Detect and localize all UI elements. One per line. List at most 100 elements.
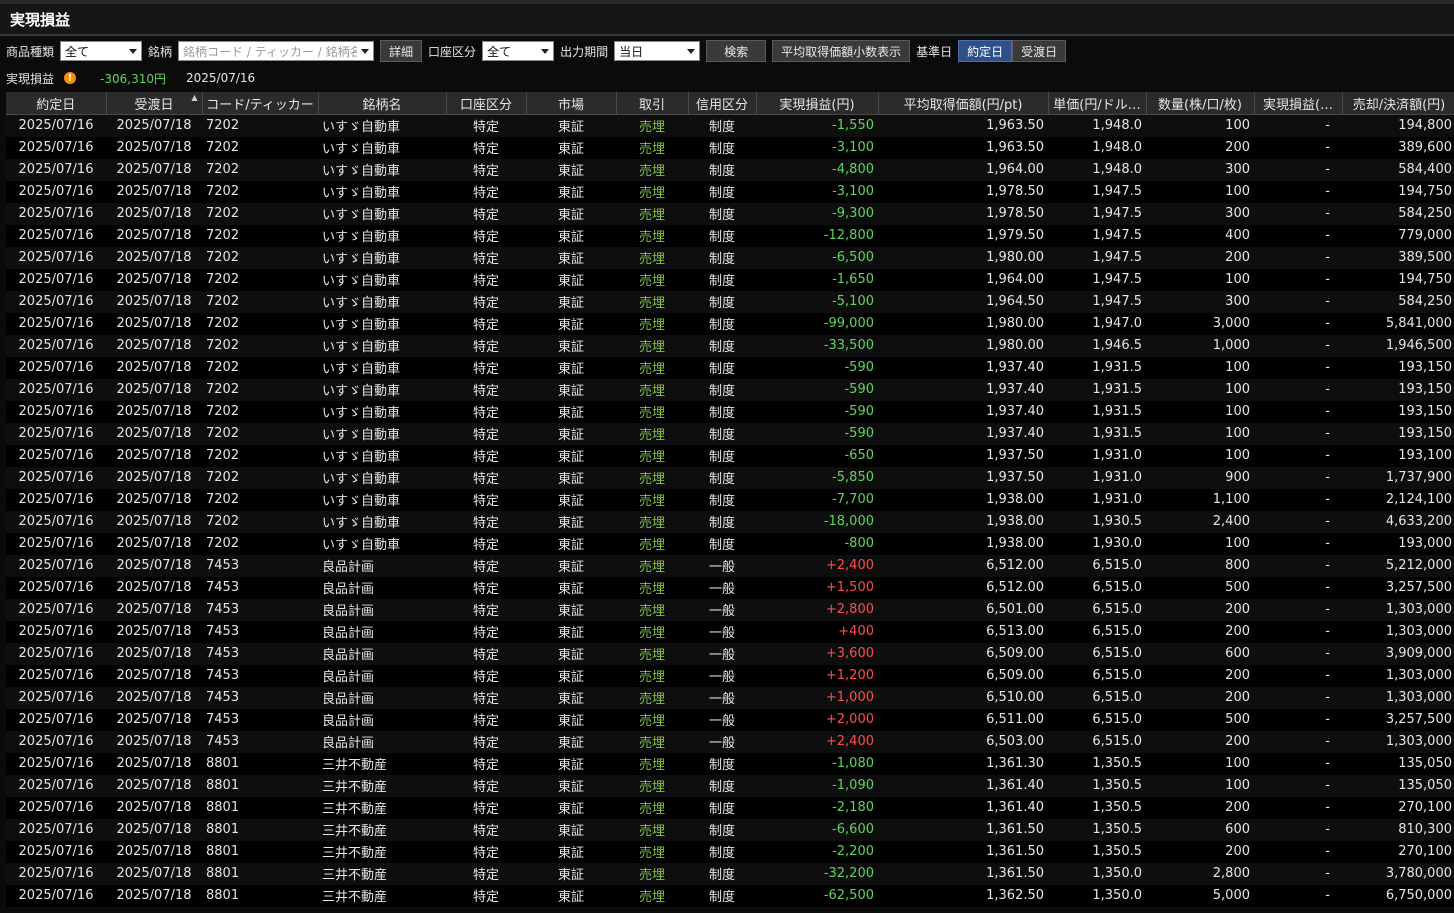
- table-row[interactable]: 2025/07/16 2025/07/18 7453 良品計画 特定 東証 売埋 一般 +3,6…: [6, 642, 1454, 665]
- column-header-settlement-amount[interactable]: 売却/決済額(円): [1342, 92, 1454, 115]
- cell-avg-cost: 6,512.00: [878, 554, 1048, 577]
- table-row[interactable]: 2025/07/16 2025/07/18 7202 いすゞ自動車 特定 東証 売埋 制度 -9…: [6, 312, 1454, 335]
- search-button[interactable]: 検索: [706, 40, 767, 62]
- detail-button[interactable]: 詳細: [380, 40, 423, 62]
- cell-realized-pl: -590: [756, 422, 878, 445]
- table-row[interactable]: 2025/07/16 2025/07/18 7202 いすゞ自動車 特定 東証 売埋 制度 -5…: [6, 400, 1454, 423]
- table-row[interactable]: 2025/07/16 2025/07/18 7202 いすゞ自動車 特定 東証 売埋 制度 -4…: [6, 158, 1454, 181]
- table-row[interactable]: 2025/07/16 2025/07/18 7202 いすゞ自動車 特定 東証 売埋 制度 -3…: [6, 180, 1454, 203]
- cell-realized-pl: -2,200: [756, 840, 878, 863]
- table-row[interactable]: 2025/07/16 2025/07/18 7202 いすゞ自動車 特定 東証 売埋 制度 -7…: [6, 488, 1454, 511]
- table-row[interactable]: 2025/07/16 2025/07/18 7453 良品計画 特定 東証 売埋 一般 +1,0…: [6, 686, 1454, 709]
- table-row[interactable]: 2025/07/16 2025/07/18 7202 いすゞ自動車 特定 東証 売埋 制度 -5…: [6, 356, 1454, 379]
- column-header-avg-cost[interactable]: 平均取得価額(円/pt): [878, 92, 1049, 115]
- cell-market: 東証: [526, 752, 616, 775]
- column-header-trade[interactable]: 取引: [616, 92, 689, 115]
- cell-realized-pl: -1,080: [756, 752, 878, 775]
- column-header-realized-pl-foreign[interactable]: 実現損益(…: [1254, 92, 1343, 115]
- results-table-container[interactable]: 約定日 受渡日 ▲ コード/ティッカー 銘柄名 口座区分 市場 取引 信用区分 実…: [6, 92, 1454, 913]
- cell-account: 特定: [446, 686, 526, 709]
- column-header-unit-price[interactable]: 単価(円/ドル…: [1048, 92, 1147, 115]
- cell-code: 7202: [202, 510, 318, 533]
- cell-market: 東証: [526, 686, 616, 709]
- account-select[interactable]: 全て: [482, 41, 555, 61]
- table-row[interactable]: 2025/07/16 2025/07/18 8801 三井不動産 特定 東証 売埋 制度 -62…: [6, 884, 1454, 907]
- table-row[interactable]: 2025/07/16 2025/07/18 8801 三井不動産 特定 東証 売埋 制度 -1,…: [6, 774, 1454, 797]
- base-date-toggle: 約定日 受渡日: [958, 40, 1067, 62]
- cell-avg-cost: 1,937.50: [878, 444, 1048, 467]
- cell-margin-type: 制度: [688, 356, 756, 379]
- cell-trade-date: 2025/07/16: [6, 158, 106, 181]
- column-header-name[interactable]: 銘柄名: [318, 92, 447, 115]
- table-row[interactable]: 2025/07/16 2025/07/18 7453 良品計画 特定 東証 売埋 一般 +2,0…: [6, 708, 1454, 731]
- period-select[interactable]: 当日: [614, 41, 701, 61]
- chevron-down-icon: [361, 48, 370, 54]
- table-row[interactable]: 2025/07/16 2025/07/18 7202 いすゞ自動車 特定 東証 売埋 制度 -1…: [6, 268, 1454, 291]
- table-row[interactable]: 2025/07/16 2025/07/18 7202 いすゞ自動車 特定 東証 売埋 制度 -3…: [6, 334, 1454, 357]
- table-row[interactable]: 2025/07/16 2025/07/18 7202 いすゞ自動車 特定 東証 売埋 制度 -5…: [6, 466, 1454, 489]
- cell-realized-pl: +1,200: [756, 664, 878, 687]
- table-row[interactable]: 2025/07/16 2025/07/18 7202 いすゞ自動車 特定 東証 売埋 制度 -3…: [6, 136, 1454, 159]
- table-row[interactable]: 2025/07/16 2025/07/18 7202 いすゞ自動車 特定 東証 売埋 制度 -6…: [6, 246, 1454, 269]
- column-header-account[interactable]: 口座区分: [446, 92, 527, 115]
- column-header-margin-type[interactable]: 信用区分: [688, 92, 757, 115]
- table-row[interactable]: 2025/07/16 2025/07/18 8801 三井不動産 特定 東証 売埋 制度 -32…: [6, 862, 1454, 885]
- cell-unit-price: 1,350.5: [1048, 774, 1146, 797]
- cell-account: 特定: [446, 554, 526, 577]
- table-row[interactable]: 2025/07/16 2025/07/18 7202 いすゞ自動車 特定 東証 売埋 制度 -6…: [6, 444, 1454, 467]
- table-row[interactable]: 2025/07/16 2025/07/18 7453 良品計画 特定 東証 売埋 一般 +2,4…: [6, 554, 1454, 577]
- table-row[interactable]: 2025/07/16 2025/07/18 7202 いすゞ自動車 特定 東証 売埋 制度 -5…: [6, 378, 1454, 401]
- cell-avg-cost: 1,979.50: [878, 224, 1048, 247]
- cell-settlement-amount: 193,000: [1342, 532, 1454, 555]
- table-row[interactable]: 2025/07/16 2025/07/18 7202 いすゞ自動車 特定 東証 売埋 制度 -5…: [6, 290, 1454, 313]
- table-row[interactable]: 2025/07/16 2025/07/18 7453 良品計画 特定 東証 売埋 一般 +400…: [6, 620, 1454, 643]
- table-row[interactable]: 2025/07/16 2025/07/18 7202 いすゞ自動車 特定 東証 売埋 制度 -1…: [6, 510, 1454, 533]
- cell-avg-cost: 1,938.00: [878, 488, 1048, 511]
- table-row[interactable]: 2025/07/16 2025/07/18 7202 いすゞ自動車 特定 東証 売埋 制度 -1…: [6, 114, 1454, 137]
- cell-margin-type: 制度: [688, 378, 756, 401]
- cell-account: 特定: [446, 444, 526, 467]
- realized-pl-label: 実現損益: [6, 71, 55, 86]
- cell-avg-cost: 1,938.00: [878, 510, 1048, 533]
- table-row[interactable]: 2025/07/16 2025/07/18 7453 良品計画 特定 東証 売埋 一般 +2,4…: [6, 730, 1454, 753]
- table-row[interactable]: 2025/07/16 2025/07/18 7453 良品計画 特定 東証 売埋 一般 +1,2…: [6, 664, 1454, 687]
- delivery-date-button[interactable]: 受渡日: [1012, 40, 1067, 62]
- column-header-quantity[interactable]: 数量(株/口/枚): [1146, 92, 1255, 115]
- product-type-select[interactable]: 全て: [60, 41, 143, 61]
- cell-realized-pl-foreign: -: [1254, 312, 1342, 335]
- avg-price-decimal-button[interactable]: 平均取得価額小数表示: [772, 40, 911, 62]
- cell-code: 7202: [202, 400, 318, 423]
- cell-trade: 売埋: [616, 884, 688, 907]
- cell-delivery-date: 2025/07/18: [106, 422, 202, 445]
- table-row[interactable]: 2025/07/16 2025/07/18 7202 いすゞ自動車 特定 東証 売埋 制度 -8…: [6, 532, 1454, 555]
- table-row[interactable]: 2025/07/16 2025/07/18 7202 いすゞ自動車 特定 東証 売埋 制度 -5…: [6, 422, 1454, 445]
- table-row[interactable]: 2025/07/16 2025/07/18 8801 三井不動産 特定 東証 売埋 制度 -6,…: [6, 818, 1454, 841]
- table-row[interactable]: 2025/07/16 2025/07/18 7202 いすゞ自動車 特定 東証 売埋 制度 -1…: [6, 224, 1454, 247]
- cell-market: 東証: [526, 378, 616, 401]
- trade-date-button[interactable]: 約定日: [958, 40, 1013, 62]
- table-row[interactable]: 2025/07/16 2025/07/18 7202 いすゞ自動車 特定 東証 売埋 制度 -9…: [6, 202, 1454, 225]
- cell-account: 特定: [446, 136, 526, 159]
- column-header-code[interactable]: コード/ティッカー: [202, 92, 319, 115]
- table-row[interactable]: 2025/07/16 2025/07/18 8801 三井不動産 特定 東証 売埋 制度 -2,…: [6, 840, 1454, 863]
- table-row[interactable]: 2025/07/16 2025/07/18 8801 三井不動産 特定 東証 売埋 制度 -2,…: [6, 796, 1454, 819]
- symbol-input[interactable]: 銘柄コード / ティッカー / 銘柄名: [178, 41, 375, 61]
- cell-settlement-amount: 193,100: [1342, 444, 1454, 467]
- cell-realized-pl-foreign: -: [1254, 202, 1342, 225]
- column-header-trade-date[interactable]: 約定日: [6, 92, 107, 115]
- column-header-delivery-date[interactable]: 受渡日 ▲: [106, 92, 203, 115]
- table-row[interactable]: 2025/07/16 2025/07/18 7453 良品計画 特定 東証 売埋 一般 +2,8…: [6, 598, 1454, 621]
- cell-delivery-date: 2025/07/18: [106, 246, 202, 269]
- column-header-realized-pl[interactable]: 実現損益(円): [756, 92, 879, 115]
- cell-unit-price: 1,948.0: [1048, 158, 1146, 181]
- cell-unit-price: 6,515.0: [1048, 620, 1146, 643]
- column-header-market[interactable]: 市場: [526, 92, 617, 115]
- table-row[interactable]: 2025/07/16 2025/07/18 8801 三井不動産 特定 東証 売埋 制度 -1,…: [6, 752, 1454, 775]
- cell-settlement-amount: 584,250: [1342, 202, 1454, 225]
- table-row[interactable]: 2025/07/16 2025/07/18 7453 良品計画 特定 東証 売埋 一般 +1,5…: [6, 576, 1454, 599]
- cell-trade-date: 2025/07/16: [6, 510, 106, 533]
- cell-realized-pl: -32,200: [756, 862, 878, 885]
- warning-icon[interactable]: !: [64, 72, 77, 84]
- cell-name: 三井不動産: [318, 774, 446, 797]
- cell-unit-price: 1,931.5: [1048, 378, 1146, 401]
